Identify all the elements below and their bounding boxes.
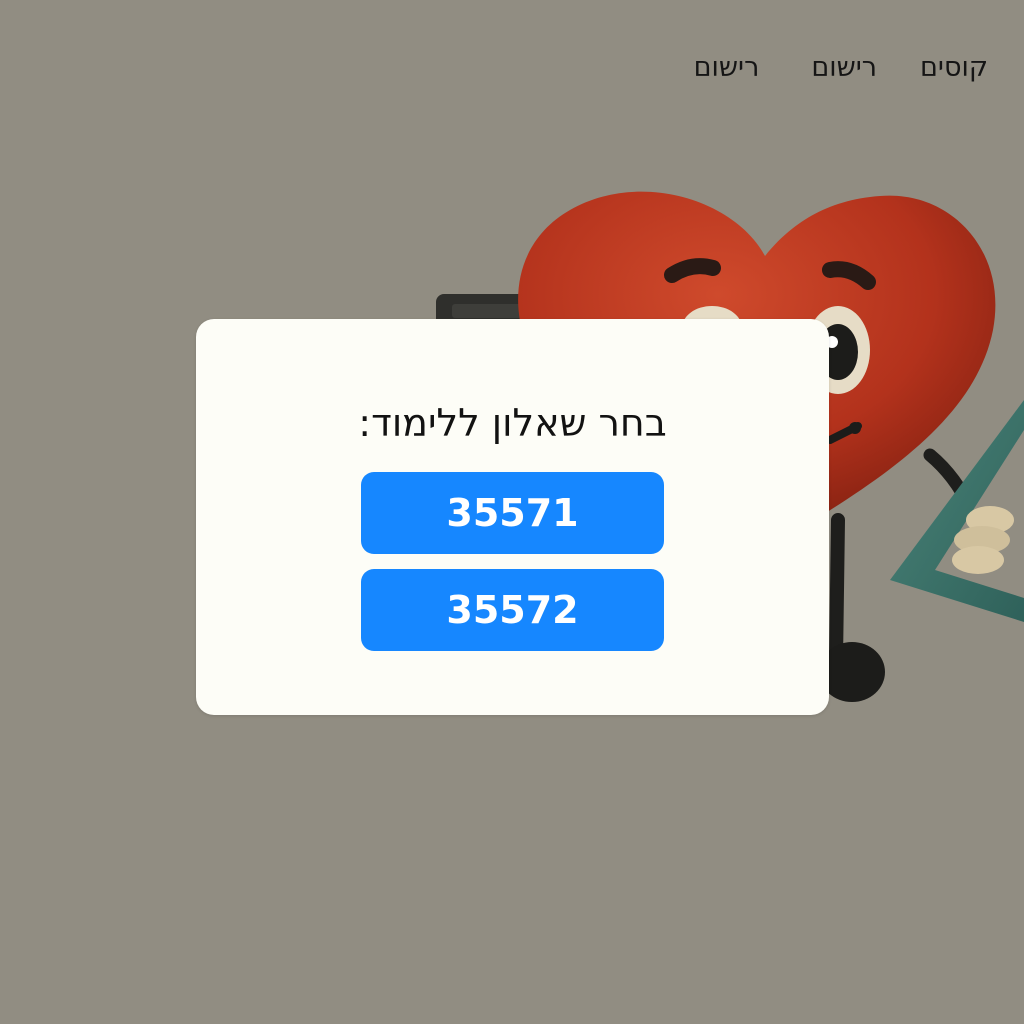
questionnaire-option-button[interactable]: 35572 [361, 569, 664, 651]
questionnaire-option-button[interactable]: 35571 [361, 472, 664, 554]
nav-item-register[interactable]: רישום [811, 52, 877, 83]
questionnaire-dialog: בחר שאלון ללימוד: 35571 35572 [196, 319, 829, 715]
top-nav: קוסים רישום רישום [694, 52, 988, 83]
dialog-title: בחר שאלון ללימוד: [358, 401, 667, 445]
nav-item-courses[interactable]: קוסים [920, 52, 988, 83]
nav-item-register-2[interactable]: רישום [694, 52, 760, 83]
